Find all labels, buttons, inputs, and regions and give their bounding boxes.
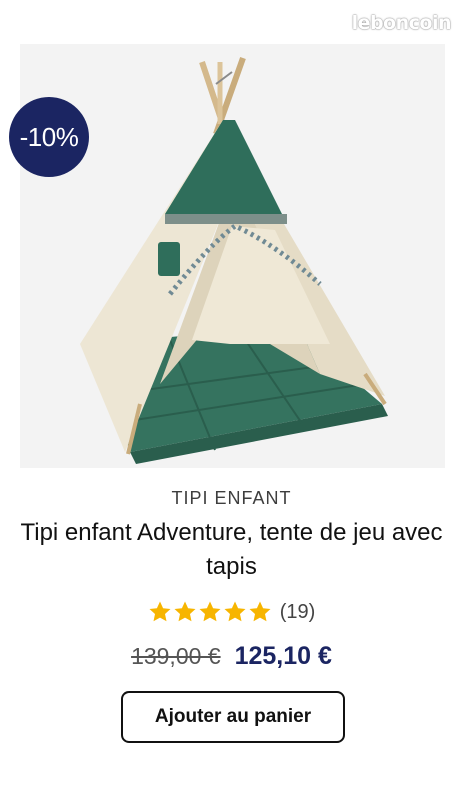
star-icon: [199, 601, 221, 622]
sale-price: 125,10 €: [234, 642, 332, 670]
teepee-illustration: [80, 56, 388, 464]
product-title[interactable]: Tipi enfant Adventure, tente de jeu avec…: [20, 516, 443, 584]
star-icon: [224, 601, 246, 622]
star-icon: [174, 601, 196, 622]
leboncoin-watermark: leboncoin: [351, 12, 452, 34]
rating-stars: [148, 600, 272, 624]
review-count[interactable]: (19): [280, 601, 316, 624]
star-icon: [249, 601, 271, 622]
old-price: 139,00 €: [131, 643, 221, 669]
product-image[interactable]: [20, 44, 445, 468]
product-brand: TIPI ENFANT: [171, 488, 292, 508]
product-rating[interactable]: (19): [0, 600, 463, 624]
add-to-cart-button[interactable]: Ajouter au panier: [121, 691, 345, 743]
star-icon: [149, 601, 171, 622]
price-block: 139,00 € 125,10 €: [0, 642, 463, 671]
discount-badge: -10%: [9, 97, 89, 177]
